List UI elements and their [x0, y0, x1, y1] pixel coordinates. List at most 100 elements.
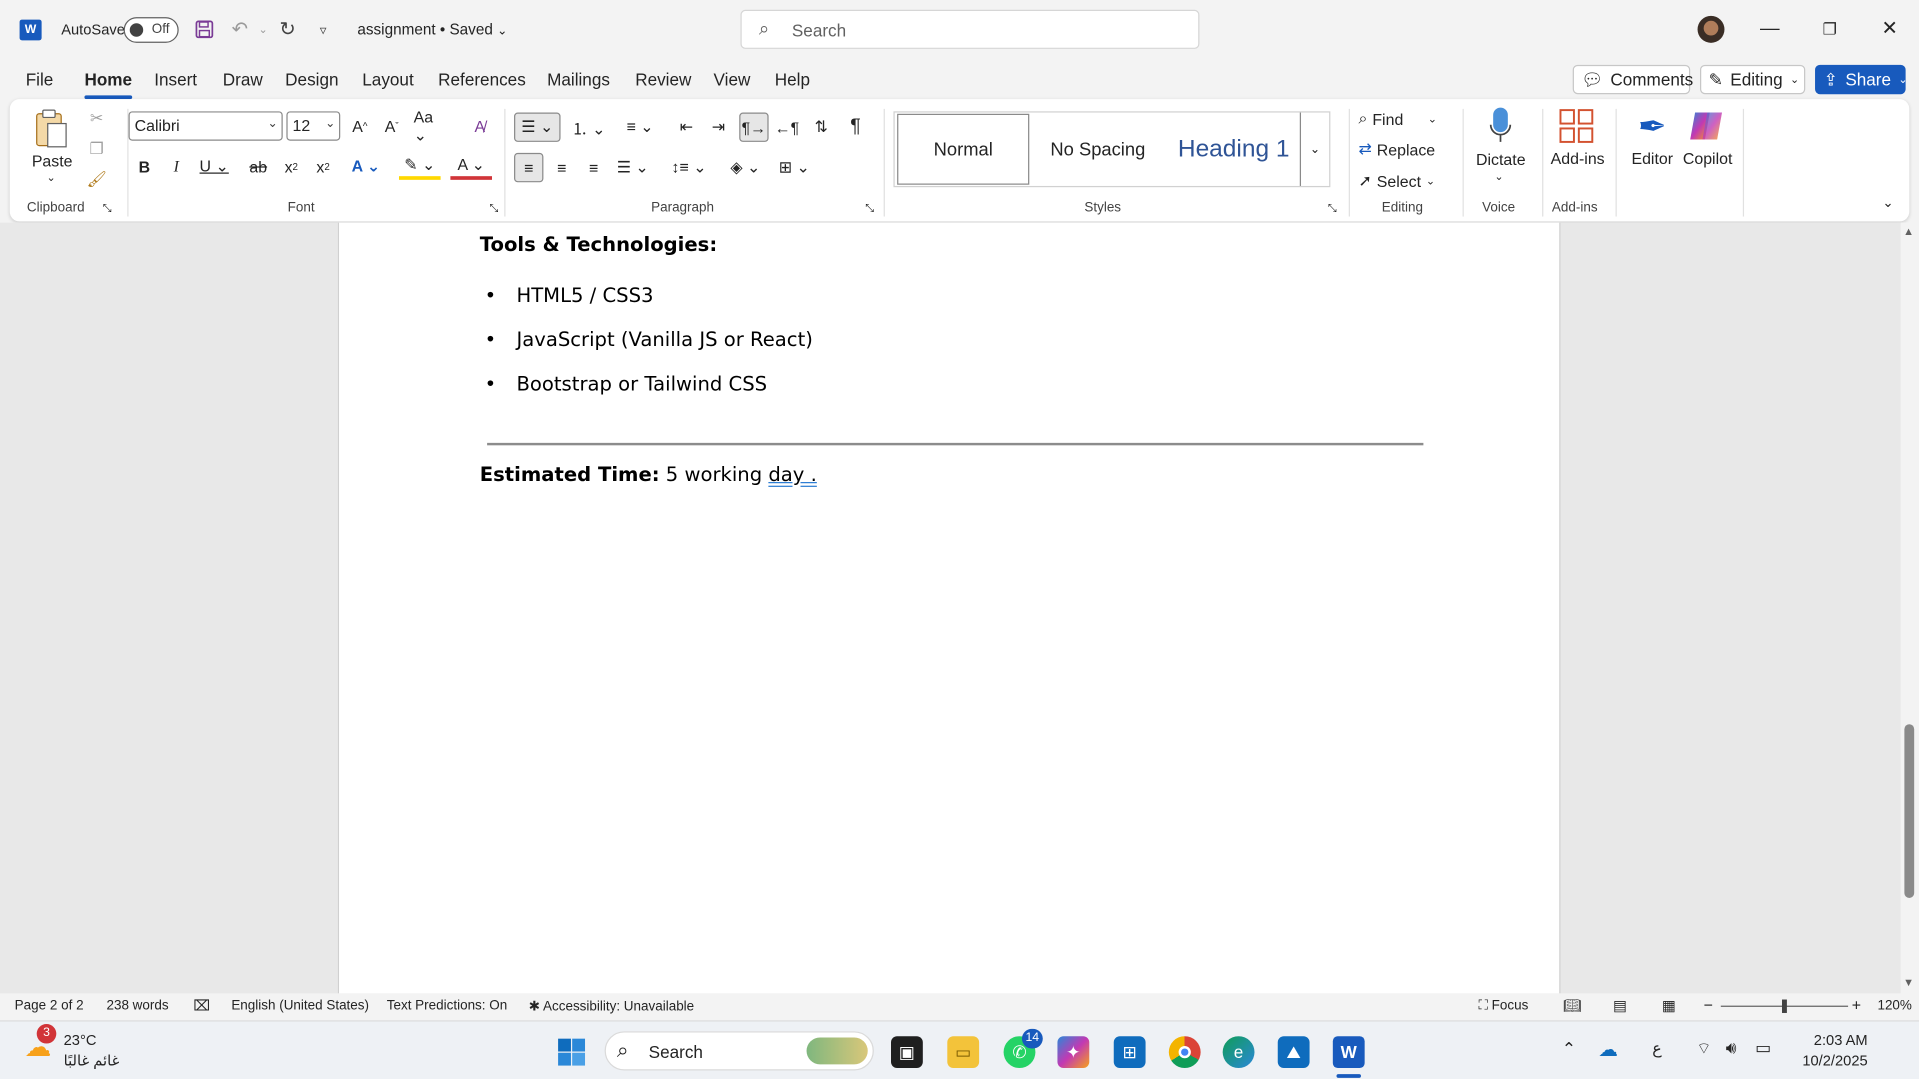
restore-icon[interactable]: ❐ — [1815, 15, 1844, 44]
align-center-icon[interactable]: ≡ — [548, 153, 575, 182]
bold-icon[interactable]: B — [132, 153, 156, 180]
avatar[interactable] — [1697, 15, 1725, 43]
tab-references[interactable]: References — [438, 70, 526, 90]
editor-icon[interactable]: ✒ — [1633, 106, 1672, 145]
format-painter-icon[interactable]: 🖌︎ — [86, 168, 108, 192]
bullets-icon[interactable]: ☰ ⌄ — [514, 112, 561, 142]
onedrive-icon[interactable]: ☁ — [1598, 1037, 1618, 1061]
zoom-level[interactable]: 120% — [1877, 998, 1911, 1013]
microphone-icon[interactable] — [1483, 104, 1517, 148]
addins-icon[interactable] — [1557, 106, 1596, 145]
close-icon[interactable]: ✕ — [1875, 15, 1904, 44]
increase-indent-icon[interactable]: ⇥ — [705, 113, 732, 142]
copilot-icon[interactable] — [1687, 106, 1726, 145]
numbering-icon[interactable]: ⒈ ⌄ — [568, 113, 610, 142]
scroll-up-icon[interactable]: ▲ — [1903, 225, 1914, 237]
borders-icon[interactable]: ⊞ ⌄ — [774, 153, 816, 182]
wifi-icon[interactable]: ⌔ — [1696, 1039, 1711, 1059]
whatsapp-icon[interactable]: ✆ 14 — [1003, 1028, 1043, 1069]
shrink-font-icon[interactable]: Aˇ — [379, 114, 403, 138]
replace-button[interactable]: ⇄ Replace — [1359, 137, 1436, 161]
scroll-down-icon[interactable]: ▼ — [1903, 976, 1914, 988]
dictate-dropdown-icon[interactable]: ⌄ — [1494, 170, 1503, 183]
dialog-launcher-icon[interactable]: ⤡ — [103, 202, 112, 215]
subscript-icon[interactable]: x2 — [279, 153, 303, 180]
battery-icon[interactable]: ▭ — [1755, 1037, 1771, 1058]
file-explorer-icon[interactable]: ▭ — [947, 1036, 980, 1069]
minimize-icon[interactable]: — — [1755, 15, 1784, 44]
print-layout-icon[interactable]: ▤ — [1613, 997, 1627, 1014]
underline-icon[interactable]: U ⌄ — [196, 153, 233, 180]
word-taskbar-icon[interactable]: W — [1332, 1036, 1365, 1069]
show-hidden-icons-icon[interactable]: ⌃ — [1562, 1039, 1576, 1060]
align-left-icon[interactable]: ≡ — [514, 152, 544, 183]
document-title[interactable]: assignment • Saved ⌄ — [357, 21, 507, 38]
system-clock[interactable]: 2:03 AM 10/2/2025 — [1794, 1031, 1867, 1069]
show-formatting-marks-icon[interactable]: ¶ — [842, 113, 869, 142]
font-size-select[interactable]: 12 ⌄ — [286, 111, 341, 141]
language[interactable]: English (United States) — [231, 998, 369, 1013]
focus-button[interactable]: ⛶ Focus — [1478, 998, 1528, 1014]
customize-qat-icon[interactable]: ▿ — [310, 16, 337, 43]
tab-help[interactable]: Help — [775, 70, 810, 90]
undo-dropdown-icon[interactable]: ⌄ — [250, 16, 277, 43]
italic-icon[interactable]: I — [164, 153, 188, 180]
select-button[interactable]: ➚ Select ⌄ — [1359, 169, 1436, 193]
scrollbar-thumb[interactable] — [1904, 724, 1915, 898]
decrease-indent-icon[interactable]: ⇤ — [673, 113, 700, 142]
dictate-button[interactable]: Dictate — [1476, 150, 1526, 168]
web-layout-icon[interactable]: ▦ — [1662, 997, 1676, 1014]
cut-icon[interactable]: ✂ — [86, 106, 108, 130]
weather-icon[interactable]: ☁ 3 — [22, 1023, 57, 1063]
zoom-out-icon[interactable]: − — [1704, 996, 1713, 1014]
input-method-indicator[interactable]: ع — [1652, 1039, 1662, 1059]
tab-insert[interactable]: Insert — [154, 70, 197, 90]
chrome-icon[interactable] — [1168, 1036, 1201, 1069]
tab-review[interactable]: Review — [635, 70, 691, 90]
page-count[interactable]: Page 2 of 2 — [15, 998, 84, 1013]
ltr-text-direction-icon[interactable]: ¶→ — [739, 112, 769, 142]
shading-icon[interactable]: ◈ ⌄ — [725, 153, 767, 182]
grammar-flag[interactable]: day . — [768, 462, 816, 485]
paste-dropdown-icon[interactable]: ⌄ — [47, 171, 56, 184]
autosave-toggle[interactable]: Off — [123, 17, 179, 43]
addins-button[interactable]: Add-ins — [1551, 149, 1605, 167]
proofing-icon[interactable]: ⌧ — [193, 997, 210, 1014]
document-page[interactable]: Tools & Technologies: • HTML5 / CSS3 • Jav… — [337, 222, 1561, 994]
volume-icon[interactable]: 🔊︎ — [1726, 1037, 1737, 1058]
dialog-launcher-icon[interactable]: ⤡ — [1328, 202, 1337, 215]
copilot-button[interactable]: Copilot — [1683, 149, 1733, 167]
grow-font-icon[interactable]: A ^ — [348, 114, 372, 138]
find-button[interactable]: ⌕ Find ⌄ — [1359, 106, 1437, 130]
style-normal[interactable]: Normal — [897, 113, 1030, 185]
copilot-taskbar-icon[interactable]: ✦ — [1057, 1036, 1090, 1069]
style-no-spacing[interactable]: No Spacing — [1032, 114, 1164, 185]
paste-icon[interactable] — [27, 106, 76, 150]
taskbar-search-input[interactable]: ⌕ Search — [604, 1031, 874, 1071]
dialog-launcher-icon[interactable]: ⤡ — [865, 202, 874, 215]
editor-button[interactable]: Editor — [1631, 149, 1673, 167]
vertical-scrollbar[interactable]: ▲ ▼ — [1900, 222, 1919, 994]
multilevel-list-icon[interactable]: ≡ ⌄ — [619, 113, 661, 142]
superscript-icon[interactable]: x2 — [311, 153, 335, 180]
font-color-icon[interactable]: A ⌄ — [450, 153, 493, 180]
tab-draw[interactable]: Draw — [223, 70, 263, 90]
windows-start-icon[interactable] — [556, 1036, 588, 1068]
weather-description[interactable]: غائم غالبًا — [64, 1052, 120, 1069]
tab-file[interactable]: File — [26, 70, 54, 90]
text-effects-icon[interactable]: A ⌄ — [345, 153, 387, 180]
text-predictions[interactable]: Text Predictions: On — [387, 998, 507, 1013]
highlight-icon[interactable]: ✎ ⌄ — [398, 153, 441, 180]
strikethrough-icon[interactable]: ab — [246, 153, 270, 180]
zoom-slider-thumb[interactable] — [1781, 999, 1787, 1013]
styles-more-icon[interactable]: ⌄ — [1299, 112, 1329, 186]
zoom-in-icon[interactable]: + — [1852, 996, 1861, 1014]
sort-icon[interactable]: ⇅ — [808, 113, 835, 142]
copy-icon[interactable]: ❐ — [86, 137, 108, 161]
change-case-icon[interactable]: Aa ⌄ — [414, 107, 451, 144]
rtl-text-direction-icon[interactable]: ←¶ — [774, 113, 801, 142]
collapse-ribbon-icon[interactable]: ⌄ — [1882, 195, 1893, 211]
read-mode-icon[interactable]: 📖︎ — [1563, 997, 1582, 1014]
dialog-launcher-icon[interactable]: ⤡ — [490, 202, 499, 215]
redo-icon[interactable]: ↻ — [274, 16, 301, 43]
